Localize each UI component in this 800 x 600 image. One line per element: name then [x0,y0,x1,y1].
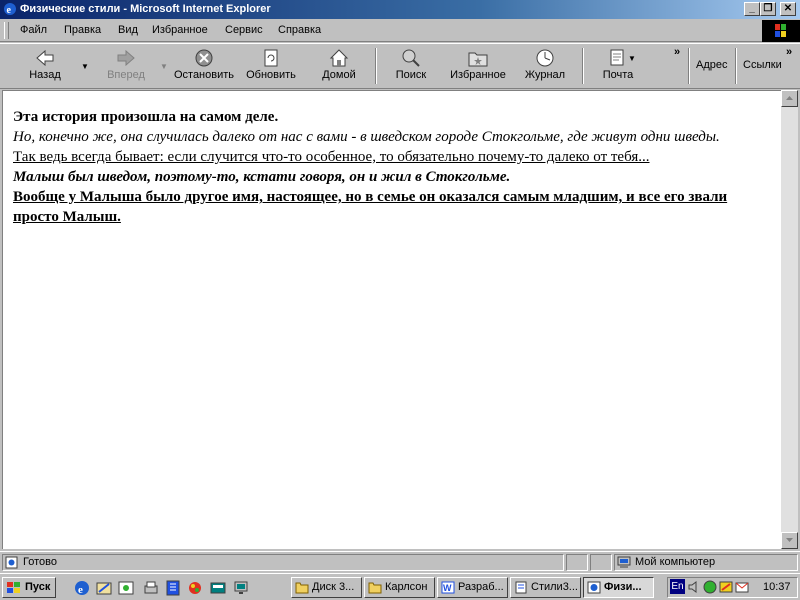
menu-help[interactable]: Справка [278,24,321,36]
network-tray-icon[interactable] [703,580,717,594]
vertical-scrollbar[interactable] [781,90,798,549]
quicklaunch-app-icon[interactable] [165,580,181,596]
quicklaunch-network-icon[interactable] [233,580,249,596]
windows-start-icon [7,582,20,593]
stop-icon [195,49,213,67]
title-bar: e Физические стили - Microsoft Internet … [0,0,800,19]
security-zone-panel: Мой компьютер [614,554,798,571]
scheduler-tray-icon[interactable] [719,580,733,594]
volume-icon[interactable] [687,580,701,594]
back-arrow-icon [36,49,54,67]
taskbar-task-notepad[interactable]: Стили3... [510,577,581,598]
notepad-icon [515,581,527,594]
page-content: Эта история произошла на самом деле. Но,… [2,90,781,549]
text-line-italic: Но, конечно же, она случилась далеко от … [13,129,720,145]
forward-button[interactable]: Вперед [95,44,157,88]
scroll-down-arrow-icon [786,538,793,542]
status-text: Готово [23,556,57,568]
toolbar-separator [735,48,737,84]
quicklaunch-paint-icon[interactable] [187,580,203,596]
windows-flag-icon [775,24,786,37]
folder-icon [295,582,309,594]
svg-text:W: W [443,583,452,593]
status-text-panel: Готово [2,554,564,571]
taskbar-task-karlson[interactable]: Карлсон [364,577,435,598]
standard-toolbar: Назад ▼ Вперед ▼ Остановить Обновить Дом… [0,43,800,89]
refresh-button[interactable]: Обновить [242,44,300,88]
folder-icon [368,582,382,594]
language-indicator[interactable]: En [670,579,685,594]
ie-page-icon [587,581,601,594]
back-dropdown-icon[interactable]: ▼ [81,62,89,71]
windows-logo [762,20,800,42]
window-title: Физические стили - Microsoft Internet Ex… [20,3,271,15]
close-button[interactable]: ✕ [780,2,796,16]
scroll-up-button[interactable] [781,90,798,107]
menu-bar: Файл Правка Вид Избранное Сервис Справка [0,20,800,42]
system-tray: En 10:37 [667,577,798,598]
quicklaunch-desktop-icon[interactable] [118,580,134,596]
taskbar-task-ie-active[interactable]: Физи... [583,577,654,598]
status-bar: Готово Мой компьютер [0,551,800,572]
stop-button[interactable]: Остановить [172,44,236,88]
text-line-bold-italic: Малыш был шведом, поэтому-то, кстати гов… [13,169,511,185]
page-status-icon [5,556,18,569]
status-panel [590,554,612,571]
clock[interactable]: 10:37 [763,581,791,593]
start-button[interactable]: Пуск [2,577,56,598]
maximize-button[interactable]: ❐ [760,2,776,16]
taskbar-task-disk[interactable]: Диск 3... [291,577,362,598]
quicklaunch-outlook-icon[interactable] [96,580,112,596]
svg-text:e: e [78,584,83,596]
text-line-bold: Эта история произошла на самом деле. [13,109,279,125]
home-button[interactable]: Домой [312,44,366,88]
toolbar-separator [582,48,584,84]
taskbar: Пуск e Диск 3... Карлсон W Разраб... Сти… [0,573,800,600]
menu-edit[interactable]: Правка [64,24,101,36]
toolbar-separator [375,48,377,84]
menu-file[interactable]: Файл [20,24,47,36]
toolbar-chevron-icon[interactable]: » [674,46,680,58]
minimize-button[interactable]: _ [744,2,760,16]
quicklaunch-ie-icon[interactable]: e [74,580,90,596]
history-icon [536,49,554,67]
history-button[interactable]: Журнал [518,44,572,88]
text-line-bold-underline: Вообще у Малыша было другое имя, настоящ… [13,189,728,225]
mail-tray-icon[interactable] [735,580,749,594]
scroll-down-button[interactable] [781,532,798,549]
toolbar-separator [688,48,690,84]
menu-view[interactable]: Вид [118,24,138,36]
forward-arrow-icon [117,49,135,67]
mail-icon [610,49,624,66]
menu-grip[interactable] [4,22,9,39]
back-button[interactable]: Назад [12,44,78,88]
search-icon [402,49,420,67]
my-computer-icon [617,556,631,568]
text-line-underline: Так ведь всегда бывает: если случится чт… [13,149,650,165]
mail-button[interactable]: Почта [594,44,642,88]
menu-tools[interactable]: Сервис [225,24,263,36]
status-panel [566,554,588,571]
home-icon [329,49,349,67]
mail-dropdown-icon[interactable]: ▼ [628,54,636,63]
quicklaunch-calc-icon[interactable] [210,580,226,596]
zone-text: Мой компьютер [635,556,716,568]
word-icon: W [441,581,455,594]
quicklaunch-printer-icon[interactable] [143,580,159,596]
favorites-button[interactable]: Избранное [445,44,511,88]
svg-text:e: e [7,5,12,16]
taskbar-task-word[interactable]: W Разраб... [437,577,508,598]
forward-dropdown-icon[interactable]: ▼ [160,62,168,71]
links-chevron-icon[interactable]: » [786,46,792,58]
favorites-folder-icon [468,52,488,67]
links-bar-label[interactable]: Ссылки [743,59,782,71]
ie-icon: e [4,3,16,16]
scroll-up-arrow-icon [786,96,793,100]
address-bar-label[interactable]: Адрес [696,59,728,71]
menu-favorites[interactable]: Избранное [152,24,208,36]
refresh-icon [264,49,278,67]
search-button[interactable]: Поиск [385,44,437,88]
